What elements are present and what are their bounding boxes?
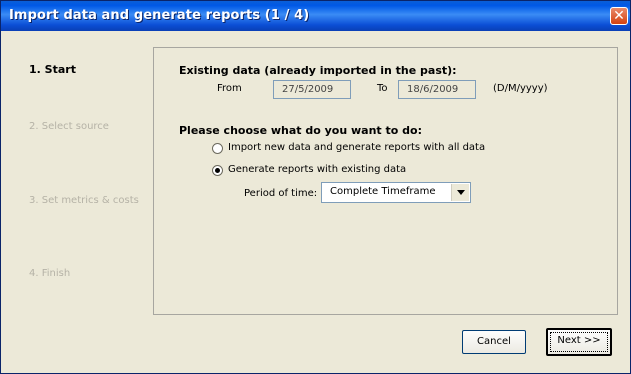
- from-date-field: 27/5/2009: [273, 80, 351, 99]
- choice-heading: Please choose what do you want to do:: [179, 124, 422, 137]
- to-date-field: 18/6/2009: [398, 80, 476, 99]
- wizard-content: 1. Start 2. Select source 3. Set metrics…: [5, 31, 626, 371]
- step-start: 1. Start: [29, 63, 76, 76]
- step-select-source: 2. Select source: [29, 121, 109, 132]
- generate-existing-label[interactable]: Generate reports with existing data: [228, 164, 406, 175]
- window-title: Import data and generate reports (1 / 4): [9, 8, 310, 23]
- step-set-metrics: 3. Set metrics & costs: [29, 195, 139, 206]
- import-new-radio[interactable]: [212, 143, 223, 154]
- step-finish: 4. Finish: [29, 268, 71, 279]
- close-button[interactable]: ✕: [610, 7, 628, 25]
- close-icon: ✕: [613, 8, 625, 24]
- generate-existing-radio[interactable]: [212, 165, 223, 176]
- next-button-label: Next >>: [557, 335, 601, 346]
- chevron-down-icon[interactable]: [451, 184, 469, 201]
- period-select[interactable]: Complete Timeframe: [321, 182, 471, 203]
- wizard-window: Import data and generate reports (1 / 4)…: [0, 0, 631, 374]
- title-bar[interactable]: Import data and generate reports (1 / 4)…: [1, 1, 630, 31]
- cancel-button[interactable]: Cancel: [462, 330, 526, 354]
- to-label: To: [377, 83, 388, 94]
- import-new-label[interactable]: Import new data and generate reports wit…: [228, 142, 485, 153]
- options-panel: Existing data (already imported in the p…: [153, 47, 618, 315]
- radio-selected-dot: [215, 168, 220, 173]
- period-select-value: Complete Timeframe: [330, 186, 436, 197]
- from-label: From: [217, 83, 242, 94]
- date-format-hint: (D/M/yyyy): [493, 83, 548, 94]
- existing-data-heading: Existing data (already imported in the p…: [179, 64, 457, 77]
- period-label: Period of time:: [244, 188, 318, 199]
- next-button[interactable]: Next >>: [546, 328, 612, 356]
